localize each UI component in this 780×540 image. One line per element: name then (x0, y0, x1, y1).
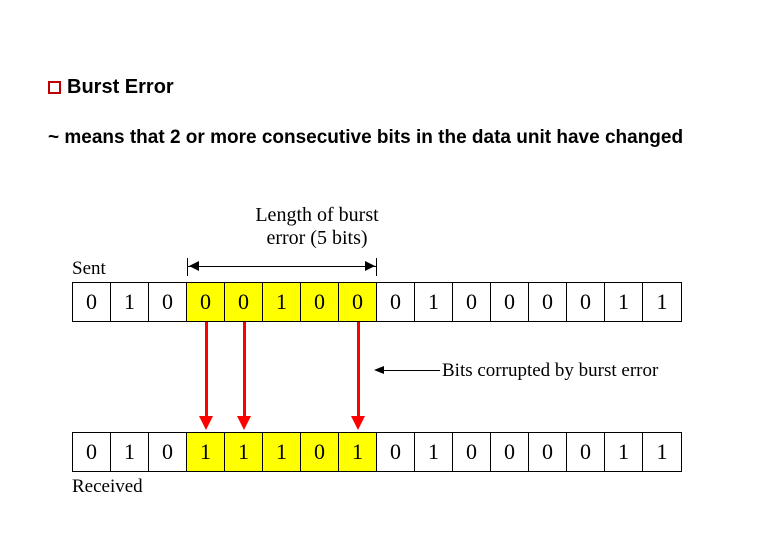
bit-cell: 1 (225, 433, 263, 471)
bit-cell: 0 (377, 433, 415, 471)
bit-cell: 1 (111, 283, 149, 321)
bit-cell: 1 (643, 283, 681, 321)
bit-cell: 1 (415, 283, 453, 321)
bullet-square-icon (48, 81, 61, 94)
bit-cell: 0 (491, 433, 529, 471)
bit-cell: 1 (415, 433, 453, 471)
span-bar (187, 266, 377, 267)
corrupt-arrow-line (382, 370, 440, 371)
arrow-right-icon (365, 261, 375, 271)
bit-cell: 1 (187, 433, 225, 471)
sent-bit-row: 0100010001000011 (72, 282, 682, 322)
change-arrow-icon (241, 322, 247, 430)
bit-cell: 1 (263, 283, 301, 321)
bit-cell: 1 (605, 283, 643, 321)
bit-cell: 1 (339, 433, 377, 471)
title-row: Burst Error (48, 76, 174, 99)
burst-length-label: Length of burst error (5 bits) (222, 204, 412, 250)
bit-cell: 0 (73, 433, 111, 471)
length-line2: error (5 bits) (266, 227, 367, 249)
bit-cell: 0 (567, 433, 605, 471)
corrupt-arrow-head-icon (374, 366, 384, 374)
bit-cell: 0 (529, 283, 567, 321)
bit-cell: 0 (301, 433, 339, 471)
bit-cell: 0 (529, 433, 567, 471)
page-title: Burst Error (67, 76, 174, 99)
span-tick-right (376, 258, 377, 276)
bit-cell: 0 (301, 283, 339, 321)
bit-cell: 1 (643, 433, 681, 471)
bit-cell: 0 (377, 283, 415, 321)
received-bit-row: 0101110101000011 (72, 432, 682, 472)
bit-cell: 0 (73, 283, 111, 321)
bit-cell: 0 (453, 283, 491, 321)
definition-text: ~ means that 2 or more consecutive bits … (48, 120, 720, 155)
bit-cell: 1 (111, 433, 149, 471)
burst-span-indicator (187, 258, 377, 276)
bit-cell: 0 (453, 433, 491, 471)
burst-error-diagram: Length of burst error (5 bits) Sent 0100… (72, 200, 708, 520)
span-tick-left (187, 258, 188, 276)
change-arrow-icon (355, 322, 361, 430)
received-label: Received (72, 476, 143, 498)
bit-cell: 1 (605, 433, 643, 471)
corrupted-bits-label: Bits corrupted by burst error (442, 360, 658, 382)
bit-cell: 0 (491, 283, 529, 321)
bit-cell: 0 (149, 433, 187, 471)
length-line1: Length of burst (255, 204, 378, 226)
bit-cell: 0 (339, 283, 377, 321)
bit-cell: 0 (225, 283, 263, 321)
change-arrow-icon (203, 322, 209, 430)
arrow-left-icon (189, 261, 199, 271)
bit-cell: 0 (187, 283, 225, 321)
sent-label: Sent (72, 258, 106, 280)
bit-cell: 0 (149, 283, 187, 321)
bit-cell: 1 (263, 433, 301, 471)
bit-cell: 0 (567, 283, 605, 321)
